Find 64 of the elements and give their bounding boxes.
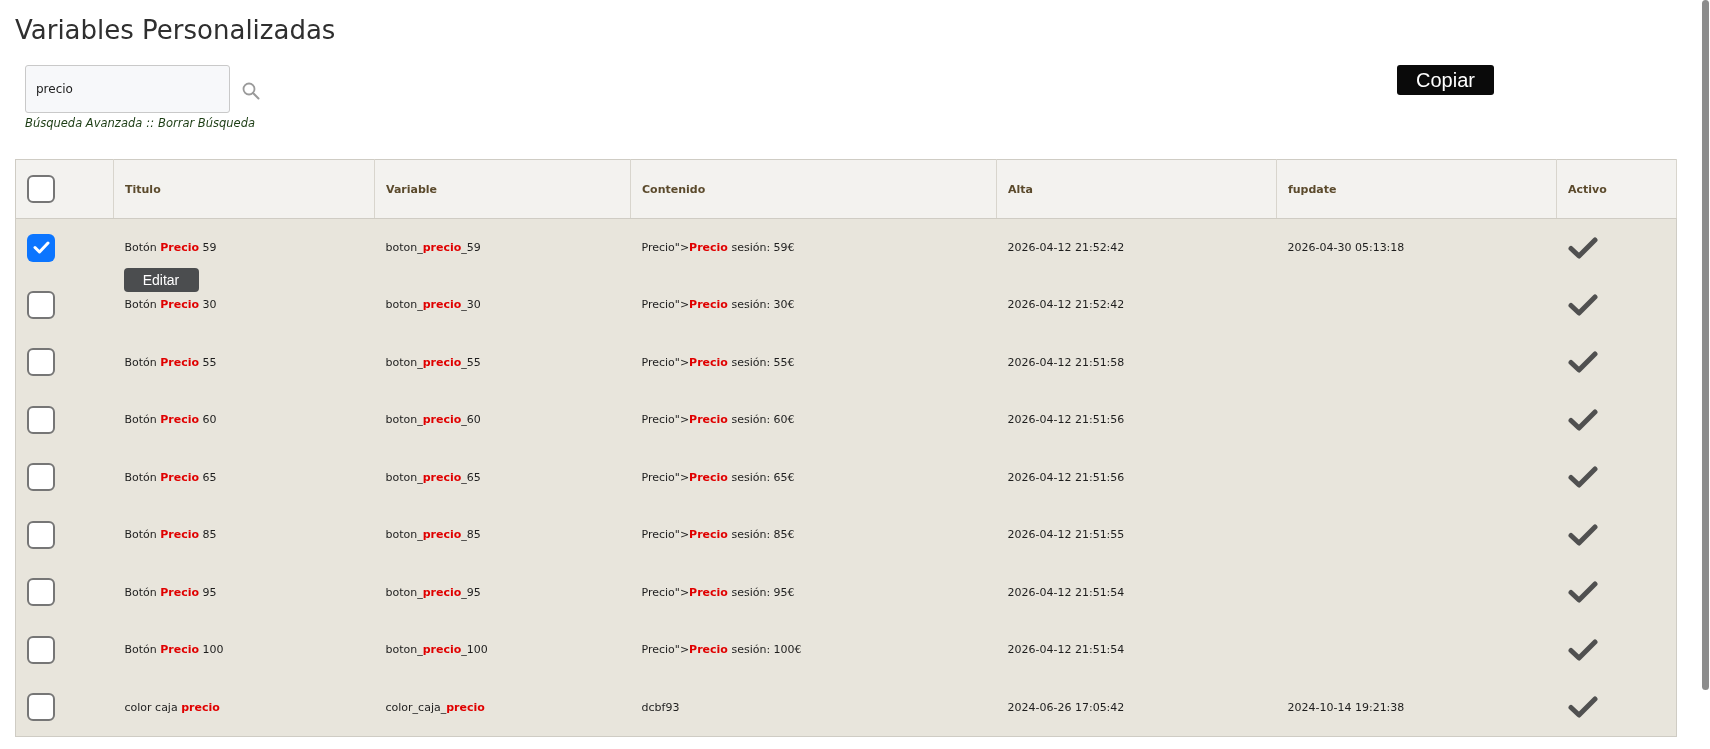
- column-header[interactable]: Variable: [374, 159, 631, 219]
- row-title: Botón Precio 30: [124, 298, 217, 312]
- updated-date: 2024-10-14 19:21:38: [1287, 700, 1405, 714]
- content-text: Precio">Precio sesión: 59€: [641, 241, 795, 254]
- row-checkbox[interactable]: [27, 175, 55, 203]
- content-text: Precio">Precio sesión: 55€: [641, 355, 795, 369]
- created-date: 2026-04-12 21:51:56: [1007, 470, 1125, 484]
- link-separator: ::: [146, 116, 155, 130]
- row-title: Botón Precio 59: [124, 241, 217, 254]
- content-text: Precio">Precio sesión: 95€: [641, 585, 795, 599]
- row-checkbox[interactable]: [27, 290, 55, 319]
- row-checkbox[interactable]: [27, 348, 55, 377]
- content-text: Precio">Precio sesión: 30€: [641, 298, 795, 312]
- created-date: 2026-04-12 21:52:42: [1007, 298, 1125, 312]
- variable-name: boton_precio_55: [385, 355, 481, 369]
- row-title: Botón Precio 55: [124, 355, 217, 369]
- variable-name: boton_precio_65: [385, 470, 481, 484]
- row-title: Botón Precio 95: [124, 585, 217, 599]
- search-icon[interactable]: [242, 82, 260, 100]
- row-checkbox[interactable]: [27, 233, 55, 262]
- column-header[interactable]: Alta: [996, 159, 1277, 219]
- row-checkbox[interactable]: [27, 405, 55, 434]
- row-checkbox[interactable]: [27, 578, 55, 607]
- column-header[interactable]: Contenido: [630, 159, 997, 219]
- content-text: Precio">Precio sesión: 65€: [641, 470, 795, 484]
- variable-name: boton_precio_59: [385, 241, 481, 254]
- row-checkbox[interactable]: [27, 520, 55, 549]
- search-field[interactable]: precio: [25, 65, 230, 113]
- content-text: dcbf93: [641, 700, 680, 714]
- content-text: Precio">Precio sesión: 60€: [641, 413, 795, 427]
- variable-name: color_caja_precio: [385, 700, 485, 714]
- row-title: color caja precio: [124, 700, 220, 714]
- variable-name: boton_precio_100: [385, 643, 488, 657]
- scrollbar-thumb[interactable]: [1702, 0, 1709, 690]
- created-date: 2026-04-12 21:52:42: [1007, 241, 1125, 254]
- created-date: 2026-04-12 21:51:56: [1007, 413, 1125, 427]
- row-title: Botón Precio 60: [124, 413, 217, 427]
- search-link[interactable]: Búsqueda Avanzada: [25, 116, 143, 130]
- row-title: Botón Precio 100: [124, 643, 224, 657]
- content-text: Precio">Precio sesión: 100€: [641, 643, 802, 657]
- row-checkbox[interactable]: [27, 635, 55, 664]
- column-header[interactable]: fupdate: [1276, 159, 1557, 219]
- edit-button[interactable]: Editar: [123, 268, 199, 292]
- updated-date: 2026-04-30 05:13:18: [1287, 241, 1405, 254]
- column-header[interactable]: Activo: [1556, 159, 1677, 219]
- created-date: 2026-04-12 21:51:54: [1007, 585, 1125, 599]
- created-date: 2026-04-12 21:51:58: [1007, 355, 1125, 369]
- variable-name: boton_precio_85: [385, 528, 481, 542]
- copy-button[interactable]: Copiar: [1397, 65, 1494, 95]
- created-date: 2026-04-12 21:51:55: [1007, 528, 1125, 542]
- page-title: Variables Personalizadas: [15, 14, 336, 46]
- variable-name: boton_precio_95: [385, 585, 481, 599]
- created-date: 2026-04-12 21:51:54: [1007, 643, 1125, 657]
- check-icon: [32, 241, 50, 254]
- row-title: Botón Precio 85: [124, 528, 217, 542]
- created-date: 2024-06-26 17:05:42: [1007, 700, 1125, 714]
- row-checkbox[interactable]: [27, 463, 55, 492]
- content-text: Precio">Precio sesión: 85€: [641, 528, 795, 542]
- search-link[interactable]: Borrar Búsqueda: [158, 116, 256, 130]
- variable-name: boton_precio_30: [385, 298, 481, 312]
- row-title: Botón Precio 65: [124, 470, 217, 484]
- column-header[interactable]: Titulo: [113, 159, 375, 219]
- row-checkbox[interactable]: [27, 693, 55, 721]
- variable-name: boton_precio_60: [385, 413, 481, 427]
